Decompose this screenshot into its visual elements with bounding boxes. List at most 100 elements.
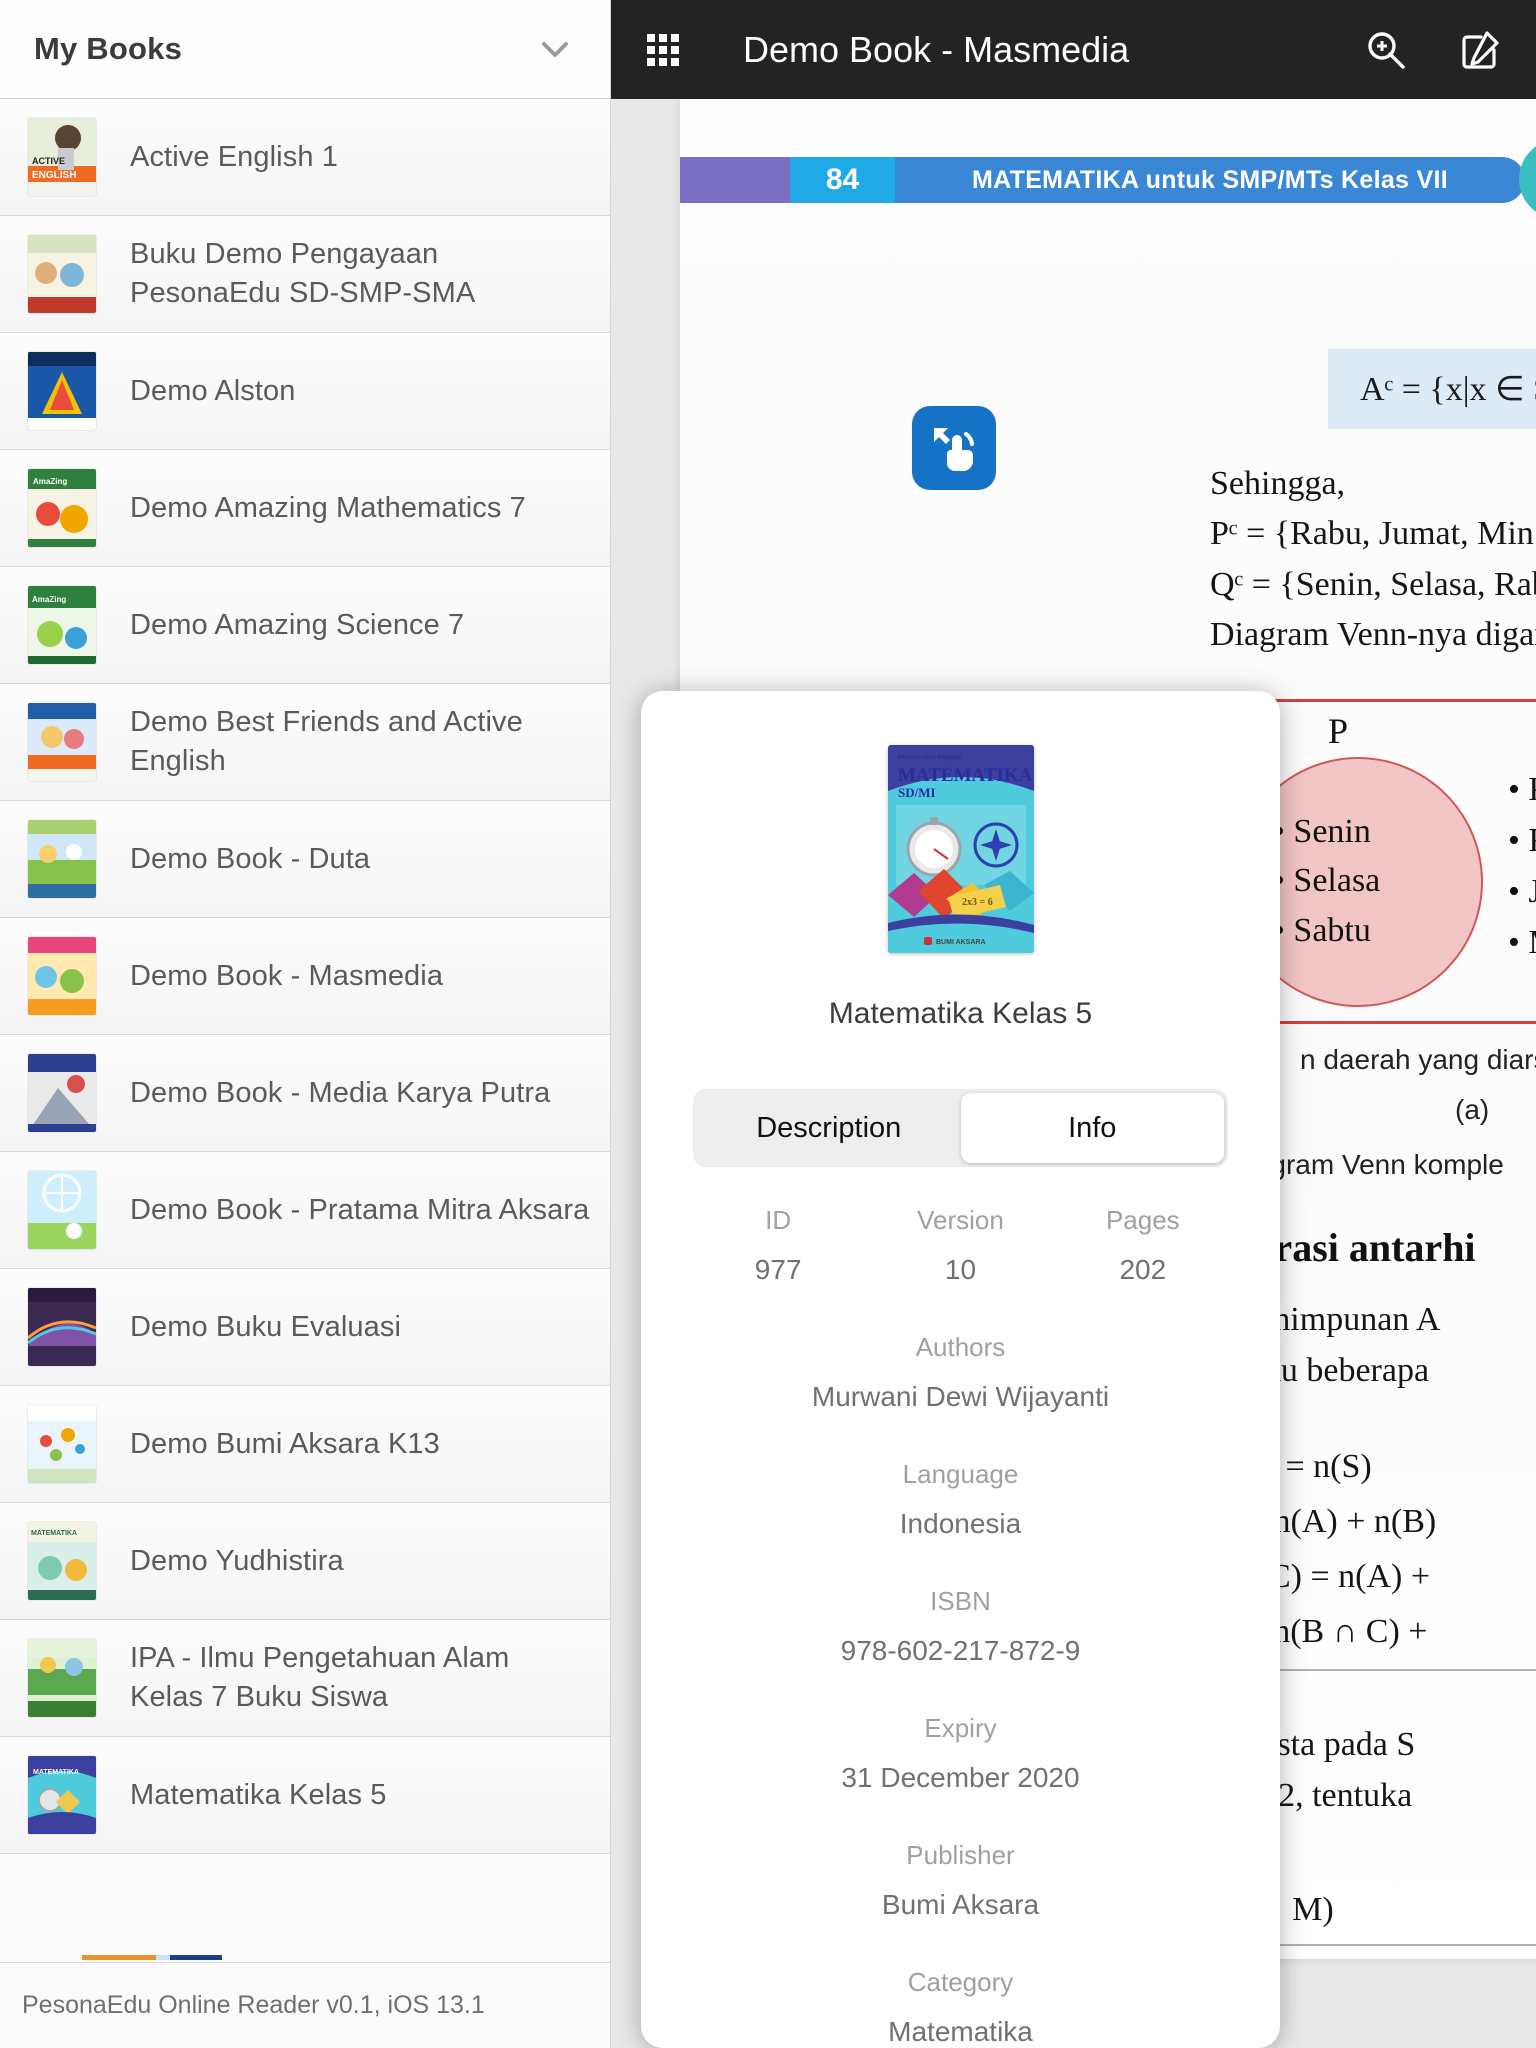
tab-description[interactable]: Description	[697, 1093, 961, 1163]
reader-title: Demo Book - Masmedia	[743, 28, 1130, 70]
list-item[interactable]: ACTIVE ENGLISH Active English 1	[0, 99, 610, 216]
book-title: Demo Book - Media Karya Putra	[130, 1076, 551, 1109]
popover-book-title: Matematika Kelas 5	[828, 997, 1093, 1030]
list-item[interactable]: AmaZing Demo Amazing Mathematics 7	[0, 450, 610, 567]
popover-summary-row: ID 977 Version 10 Pages 202	[687, 1205, 1234, 1286]
meta-category: Category Matematika	[687, 1967, 1234, 2048]
body-line-3: Diagram Venn-nya digam	[1210, 615, 1536, 653]
book-title: Matematika Kelas 5	[130, 1778, 387, 1811]
svg-text:SD/MI: SD/MI	[898, 785, 936, 800]
meta-version-label: Version	[917, 1205, 1004, 1235]
sidebar-title: My Books	[34, 31, 183, 66]
tap-gesture-icon[interactable]	[912, 406, 996, 490]
meta-publisher: Publisher Bumi Aksara	[687, 1840, 1234, 1921]
page-number: 84	[790, 157, 895, 203]
book-title: IPA - Ilmu Pengetahuan Alam Kelas 7 Buku…	[130, 1642, 510, 1713]
book-title: Buku Demo Pengayaan PesonaEdu SD-SMP-SMA	[130, 238, 476, 309]
book-cover-thumbnail: AmaZing	[28, 469, 96, 547]
list-item[interactable]: Demo Book - Masmedia	[0, 918, 610, 1035]
grid-menu-icon[interactable]	[637, 24, 689, 76]
list-item[interactable]: Demo Buku Evaluasi	[0, 1269, 610, 1386]
meta-version: Version 10	[869, 1205, 1051, 1286]
list-item[interactable]: AmaZing Demo Amazing Science 7	[0, 567, 610, 684]
list-item[interactable]: Demo Alston	[0, 333, 610, 450]
figure-subcaption-b: (a)	[1455, 1094, 1490, 1125]
popover-book-cover: Murwani Dewi Wijayanti MATEMATIKA SD/MI	[887, 745, 1034, 953]
svg-text:MATEMATIKA: MATEMATIKA	[33, 1769, 79, 1776]
list-item[interactable]: Demo Book - Duta	[0, 801, 610, 918]
chevron-down-icon[interactable]	[538, 32, 572, 66]
book-title: Demo Book - Pratama Mitra Aksara	[130, 1193, 590, 1226]
meta-authors-label: Authors	[915, 1332, 1006, 1362]
book-title: Active English 1	[130, 140, 338, 173]
list-item[interactable]: IPA - Ilmu Pengetahuan Alam Kelas 7 Buku…	[0, 1620, 610, 1737]
svg-text:MATEMATIKA: MATEMATIKA	[898, 765, 1033, 786]
list-item[interactable]: Buku Demo Pengayaan PesonaEdu SD-SMP-SMA	[0, 216, 610, 333]
meta-id-label: ID	[765, 1205, 792, 1235]
header-purple-block	[680, 157, 790, 203]
list-item[interactable]: MATEMATIKA Demo Yudhistira	[0, 1503, 610, 1620]
venn-in-2: • Sabtu	[1273, 911, 1371, 949]
book-cover-thumbnail	[28, 235, 96, 313]
page-running-header: 84 MATEMATIKA untuk SMP/MTs Kelas VII	[680, 157, 1536, 203]
meta-authors: Authors Murwani Dewi Wijayanti	[687, 1332, 1234, 1413]
body-line-2: Qᶜ = {Senin, Selasa, Rab	[1210, 565, 1536, 603]
tab-info[interactable]: Info	[960, 1093, 1224, 1163]
book-list[interactable]: ACTIVE ENGLISH Active English 1 Buku Dem…	[0, 99, 610, 1962]
book-title: Demo Amazing Mathematics 7	[130, 491, 526, 524]
meta-expiry-value: 31 December 2020	[841, 1762, 1080, 1793]
list-item[interactable]: Demo Best Friends and Active English	[0, 684, 610, 801]
list-item[interactable]: Demo Book - Pratama Mitra Aksara	[0, 1152, 610, 1269]
meta-publisher-value: Bumi Aksara	[881, 1889, 1040, 1920]
toolbar-actions	[1360, 24, 1514, 76]
status-text: PesonaEdu Online Reader v0.1, iOS 13.1	[22, 1991, 485, 2019]
venn-in-1: • Selasa	[1273, 862, 1381, 900]
book-cover-thumbnail	[28, 820, 96, 898]
zoom-in-icon[interactable]	[1360, 24, 1412, 76]
book-title: Demo Best Friends and Active English	[130, 706, 523, 777]
book-cover-thumbnail	[28, 703, 96, 781]
list-item[interactable]: MATEMATIKA Matematika Kelas 5	[0, 1737, 610, 1854]
running-head-text: MATEMATIKA untuk SMP/MTs Kelas VII	[895, 157, 1525, 203]
meta-isbn-value: 978-602-217-872-9	[840, 1635, 1081, 1666]
venn-out-0: • Kamis	[1508, 771, 1536, 808]
sidebar-status-bar: PesonaEdu Online Reader v0.1, iOS 13.1	[0, 1962, 610, 2048]
sidebar-header[interactable]: My Books	[0, 0, 610, 99]
book-cover-thumbnail: AmaZing	[28, 586, 96, 664]
book-cover-thumbnail	[28, 937, 96, 1015]
venn-set-label: P	[1328, 711, 1349, 751]
list-item[interactable]: Demo Bumi Aksara K13	[0, 1386, 610, 1503]
book-cover-thumbnail	[28, 1171, 96, 1249]
meta-language: Language Indonesia	[687, 1459, 1234, 1540]
meta-language-value: Indonesia	[899, 1508, 1022, 1539]
header-decoration-circles	[1519, 139, 1536, 219]
meta-category-label: Category	[907, 1967, 1014, 1997]
svg-text:ENGLISH: ENGLISH	[32, 170, 76, 181]
book-cover-thumbnail: MATEMATIKA	[28, 1756, 96, 1834]
svg-text:2x3 = 6: 2x3 = 6	[962, 897, 993, 908]
list-item[interactable]: Demo Book - Media Karya Putra	[0, 1035, 610, 1152]
svg-text:AmaZing: AmaZing	[33, 477, 67, 486]
complement-formula: Aᶜ = {x|x ∈ S	[1328, 349, 1536, 429]
meta-language-label: Language	[902, 1459, 1019, 1489]
popover-content: Murwani Dewi Wijayanti MATEMATIKA SD/MI	[641, 691, 1280, 2048]
meta-publisher-label: Publisher	[906, 1840, 1015, 1870]
book-title: Demo Bumi Aksara K13	[130, 1427, 440, 1460]
meta-version-value: 10	[944, 1254, 977, 1285]
book-cover-thumbnail	[28, 1405, 96, 1483]
book-title: Demo Amazing Science 7	[130, 608, 465, 641]
popover-pointer	[623, 1890, 657, 1946]
meta-authors-value: Murwani Dewi Wijayanti	[811, 1381, 1110, 1412]
book-title: Demo Alston	[130, 374, 296, 407]
my-books-sidebar: My Books ACTIVE ENGLISH Active English 1	[0, 0, 611, 2048]
meta-id-value: 977	[754, 1254, 802, 1285]
meta-pages-value: 202	[1119, 1254, 1167, 1285]
compose-icon[interactable]	[1454, 24, 1506, 76]
book-title: Demo Buku Evaluasi	[130, 1310, 401, 1343]
meta-pages: Pages 202	[1052, 1205, 1234, 1286]
svg-text:Murwani Dewi Wijayanti: Murwani Dewi Wijayanti	[898, 755, 962, 761]
meta-expiry: Expiry 31 December 2020	[687, 1713, 1234, 1794]
page-body-text: Sehingga, Pᶜ = {Rabu, Jumat, Min Qᶜ = {S…	[1210, 459, 1536, 660]
book-cover-thumbnail: MATEMATIKA	[28, 1522, 96, 1600]
book-title: Demo Book - Duta	[130, 842, 371, 875]
